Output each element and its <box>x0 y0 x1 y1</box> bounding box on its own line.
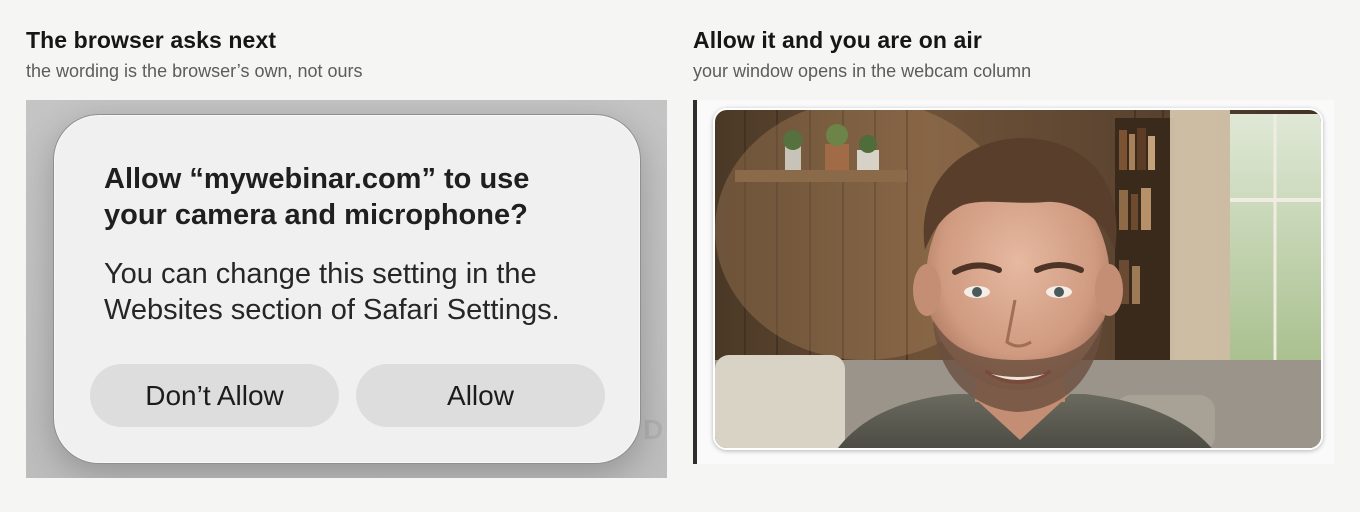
webcam-person-image <box>715 110 1321 448</box>
webcam-column <box>693 100 1334 464</box>
backdrop-letter: D <box>643 414 664 445</box>
prompt-backdrop: D Allow “mywebinar.com” to use your came… <box>26 100 667 478</box>
dialog-title: Allow “mywebinar.com” to use your camera… <box>104 163 530 231</box>
dialog-message: You can change this setting in the Websi… <box>104 258 560 326</box>
panel-title: The browser asks next <box>26 27 277 53</box>
webcam-video <box>713 108 1323 450</box>
panel-subtitle: the wording is the browser’s own, not ou… <box>26 61 363 81</box>
panel-title: Allow it and you are on air <box>693 27 982 53</box>
permission-dialog: Allow “mywebinar.com” to use your camera… <box>53 114 641 464</box>
allow-button[interactable]: Allow <box>356 364 605 427</box>
panel-subtitle: your window opens in the webcam column <box>693 61 1032 81</box>
dont-allow-button[interactable]: Don’t Allow <box>90 364 339 427</box>
